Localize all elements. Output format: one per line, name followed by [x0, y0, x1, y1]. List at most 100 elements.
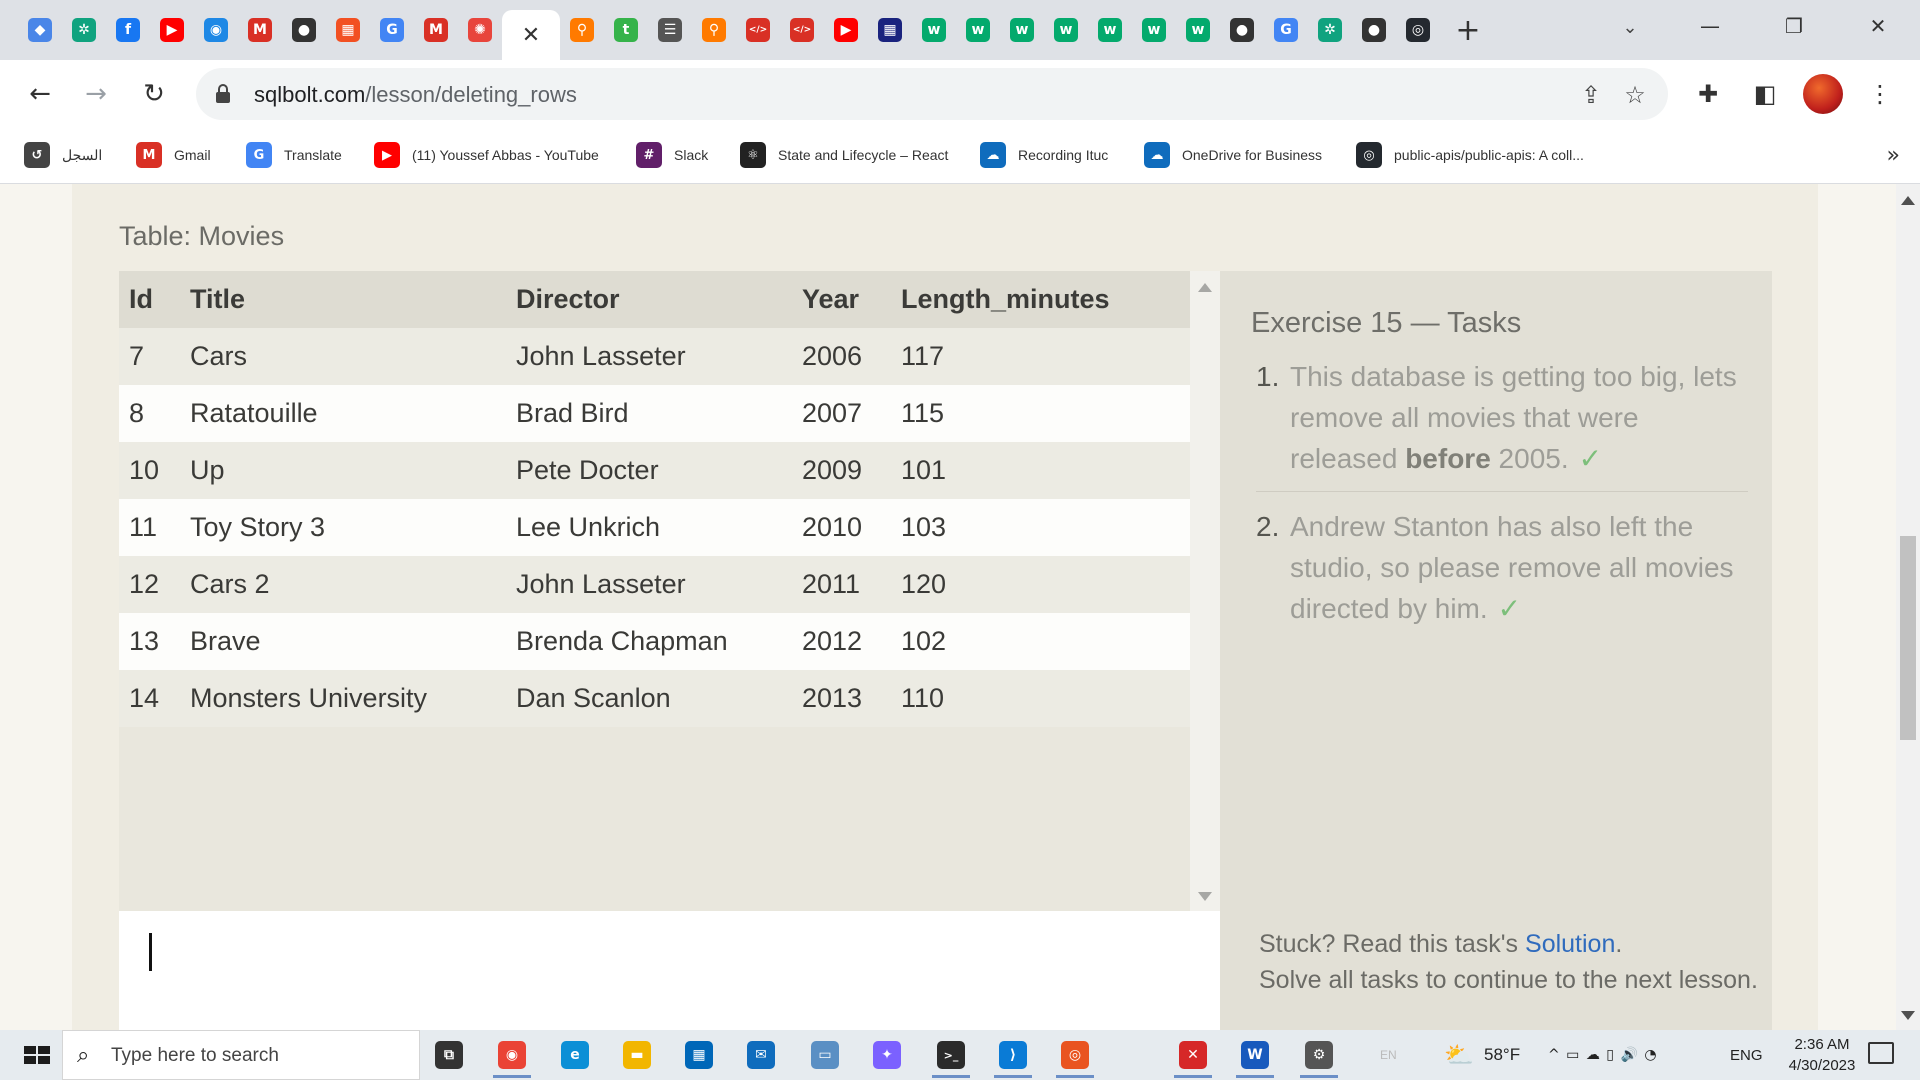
bookmark-item[interactable]: ◎ public-apis/public-apis: A coll...	[1356, 138, 1584, 172]
task-text-end: 2005.	[1490, 443, 1569, 474]
tab[interactable]: </>	[780, 10, 824, 50]
close-tab-icon[interactable]: ✕	[522, 23, 540, 48]
tab[interactable]: ◉	[194, 10, 238, 50]
tab[interactable]: w	[1088, 10, 1132, 50]
page-scroll-down-arrow-icon[interactable]	[1901, 1011, 1915, 1020]
table-header-row: Id Title Director Year Length_minutes	[119, 271, 1190, 328]
taskbar-app-vscode[interactable]: ⟩	[988, 1035, 1038, 1078]
tab[interactable]: t	[604, 10, 648, 50]
language-indicator[interactable]: ENG	[1730, 1030, 1763, 1080]
weather-temperature[interactable]: 58°F	[1484, 1030, 1520, 1080]
share-icon[interactable]: ⇪	[1576, 80, 1606, 110]
cell-title: Monsters University	[190, 670, 516, 727]
scroll-up-arrow-icon[interactable]	[1198, 283, 1212, 292]
tab[interactable]: w	[956, 10, 1000, 50]
taskbar-app-mail[interactable]: ✉	[736, 1035, 786, 1075]
bookmark-item[interactable]: ⚛ State and Lifecycle – React	[740, 138, 948, 172]
tab[interactable]: ✲	[62, 10, 106, 50]
page-scroll-up-arrow-icon[interactable]	[1901, 196, 1915, 205]
clock-date: 4/30/2023	[1788, 1057, 1856, 1074]
bookmark-star-icon[interactable]: ☆	[1620, 80, 1650, 110]
tab[interactable]: M	[238, 10, 282, 50]
tab[interactable]: w	[1000, 10, 1044, 50]
taskbar-app-terminal[interactable]: >_	[926, 1035, 976, 1078]
tab[interactable]: ●	[1352, 10, 1396, 50]
tab[interactable]: w	[1044, 10, 1088, 50]
tab[interactable]: ▦	[868, 10, 912, 50]
weather-icon[interactable]: ⛅	[1444, 1030, 1474, 1080]
movies-table: Id Title Director Year Length_minutes 7C…	[119, 271, 1190, 727]
taskbar-app-chrome[interactable]: ◉	[487, 1035, 537, 1078]
minimize-button[interactable]: —	[1668, 0, 1752, 52]
scroll-down-arrow-icon[interactable]	[1198, 892, 1212, 901]
extensions-icon[interactable]: ✚	[1688, 74, 1728, 114]
bookmark-item[interactable]: ☁ OneDrive for Business	[1144, 138, 1322, 172]
tab[interactable]: w	[1132, 10, 1176, 50]
bookmark-item[interactable]: ☁ Recording Ituc	[980, 138, 1108, 172]
tab[interactable]: f	[106, 10, 150, 50]
bookmark-item[interactable]: ↺ السجل	[24, 138, 102, 172]
tab[interactable]: ✺	[458, 10, 502, 50]
tab[interactable]: ⚲	[560, 10, 604, 50]
back-button[interactable]: ←	[20, 74, 60, 114]
page-scrollbar[interactable]	[1896, 184, 1920, 1030]
taskbar-search-box[interactable]: ⌕ Type here to search	[62, 1030, 420, 1080]
new-tab-button[interactable]: +	[1446, 10, 1490, 50]
side-panel-icon[interactable]: ◧	[1745, 74, 1785, 114]
tab[interactable]: M	[414, 10, 458, 50]
tab[interactable]: G	[370, 10, 414, 50]
tab[interactable]: ●	[282, 10, 326, 50]
taskbar-app-pc-app[interactable]: ▭	[800, 1035, 850, 1075]
solution-link[interactable]: Solution	[1525, 930, 1615, 958]
tab[interactable]: ▶	[150, 10, 194, 50]
forward-button[interactable]: →	[76, 74, 116, 114]
taskbar-app-settings[interactable]: ⚙	[1294, 1035, 1344, 1078]
tab[interactable]: ◆	[18, 10, 62, 50]
tab[interactable]: w	[1176, 10, 1220, 50]
tab[interactable]: ⚲	[692, 10, 736, 50]
taskbar-app-word[interactable]: W	[1230, 1035, 1280, 1078]
tab[interactable]: ●	[1220, 10, 1264, 50]
bookmarks-overflow-button[interactable]: »	[1887, 138, 1900, 172]
tab[interactable]: ☰	[648, 10, 692, 50]
url-host: sqlbolt.com	[254, 82, 366, 107]
taskbar-app-file-explorer[interactable]: ▬	[612, 1035, 662, 1075]
reload-button[interactable]: ↻	[134, 74, 174, 114]
sql-query-editor[interactable]	[119, 911, 1220, 1030]
taskbar-app-task-view[interactable]: ⧉	[424, 1035, 474, 1075]
restore-button[interactable]: ❐	[1752, 0, 1836, 52]
bookmark-item[interactable]: G Translate	[246, 138, 342, 172]
taskbar-clock[interactable]: 2:36 AM 4/30/2023	[1770, 1034, 1874, 1076]
tab[interactable]: ◎	[1396, 10, 1440, 50]
tab[interactable]: ▶	[824, 10, 868, 50]
tab[interactable]: </>	[736, 10, 780, 50]
active-tab[interactable]: ✕	[502, 10, 560, 60]
tab[interactable]: ✲	[1308, 10, 1352, 50]
windows-start-button[interactable]	[10, 1037, 54, 1073]
taskbar-app-edge[interactable]: e	[550, 1035, 600, 1075]
chrome-menu-icon[interactable]: ⋮	[1860, 74, 1900, 114]
bookmark-item[interactable]: M Gmail	[136, 138, 211, 172]
close-window-button[interactable]: ✕	[1836, 0, 1920, 52]
tab[interactable]: ▦	[326, 10, 370, 50]
bookmark-favicon-icon: ☁	[980, 142, 1006, 168]
table-scrollbar[interactable]	[1190, 271, 1220, 911]
bookmark-item[interactable]: # Slack	[636, 138, 708, 172]
address-bar[interactable]: sqlbolt.com/lesson/deleting_rows ⇪ ☆	[196, 68, 1668, 120]
bookmark-item[interactable]: ▶ (11) Youssef Abbas - YouTube	[374, 138, 599, 172]
tab-favicon-24-icon: w	[1054, 18, 1078, 42]
taskbar-app-pdf-reader[interactable]: ✕	[1168, 1035, 1218, 1078]
system-tray-icons[interactable]: ^ ▭ ☁ ▯ 🔊 ◔	[1548, 1030, 1658, 1080]
lock-icon[interactable]	[216, 82, 230, 104]
url-text[interactable]: sqlbolt.com/lesson/deleting_rows	[254, 82, 577, 108]
cell-length-minutes: 115	[901, 385, 1190, 442]
tab[interactable]: G	[1264, 10, 1308, 50]
profile-avatar[interactable]	[1803, 74, 1843, 114]
taskbar-app-ubuntu[interactable]: ◎	[1050, 1035, 1100, 1078]
tab[interactable]: w	[912, 10, 956, 50]
taskbar-app-onenote-app[interactable]: ✦	[862, 1035, 912, 1075]
notification-center-icon[interactable]	[1868, 1042, 1894, 1064]
page-scroll-thumb[interactable]	[1900, 536, 1916, 740]
taskbar-app-microsoft-store[interactable]: ▦	[674, 1035, 724, 1075]
tab-search-button[interactable]: ⌄	[1608, 10, 1652, 44]
